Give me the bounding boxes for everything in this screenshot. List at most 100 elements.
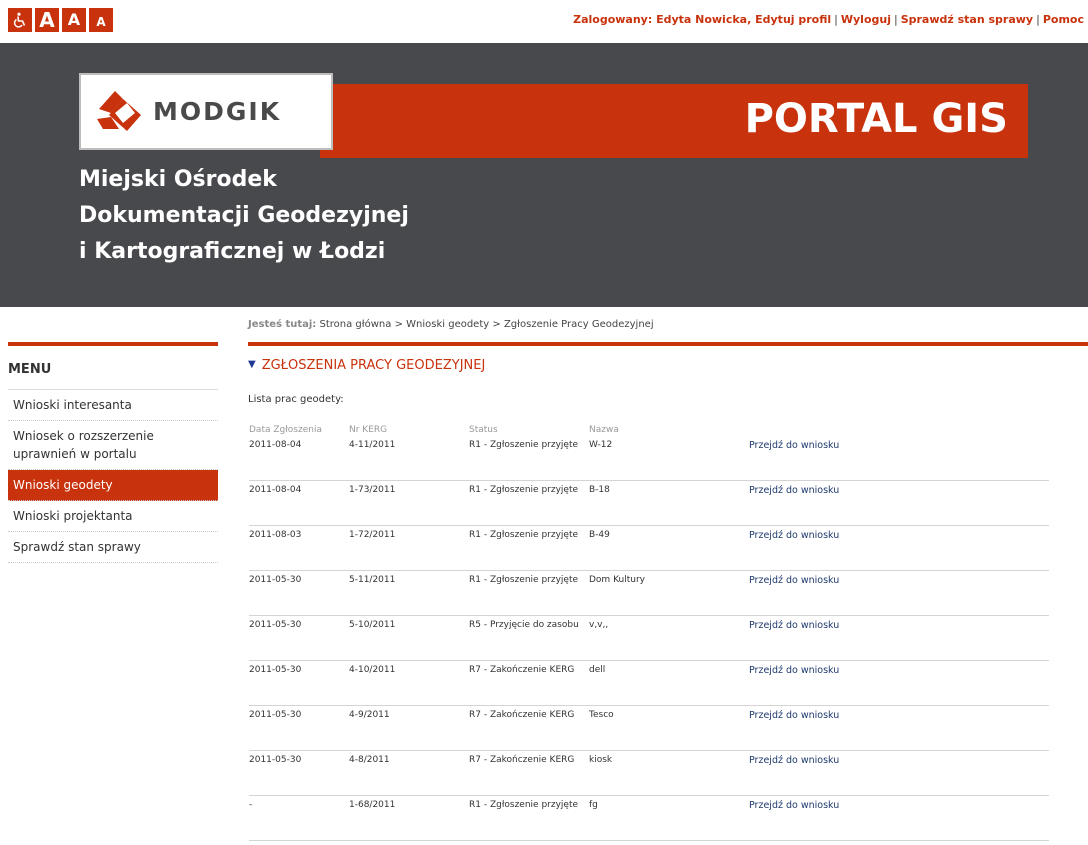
edit-profile-link[interactable]: Edytuj profil [755,13,831,26]
list-caption: Lista prac geodety: [248,394,344,405]
separator: | [893,13,898,26]
breadcrumb-section-link[interactable]: Wnioski geodety [406,319,489,330]
font-size-large-button[interactable]: A [35,8,59,32]
cell-name: B-18 [589,485,610,495]
cell-date: - [249,800,253,810]
cell-date: 2011-08-04 [249,485,302,495]
cell-nr-kerg: 4-9/2011 [349,710,390,720]
org-line: Miejski Ośrodek [79,167,277,192]
cell-name: Dom Kultury [589,575,645,585]
cell-nr-kerg: 1-68/2011 [349,800,396,810]
cell-date: 2011-08-04 [249,440,302,450]
cell-nr-kerg: 5-10/2011 [349,620,396,630]
help-link[interactable]: Pomoc [1043,13,1084,26]
cell-status: R1 - Zgłoszenie przyjęte [469,800,579,810]
check-status-link[interactable]: Sprawdź stan sprawy [901,13,1033,26]
table-row: 2011-05-30 4-10/2011 R7 - Zakończenie KERG… [249,660,1049,706]
cell-name: Tesco [589,710,614,720]
cell-date: 2011-05-30 [249,710,302,720]
table-row: - 1-68/2011 R1 - Zgłoszenie przyjęte fg Prze… [249,795,1049,841]
org-line: i Kartograficznej w Łodzi [79,239,386,264]
sidebar-item-wnioski-geodety[interactable]: Wnioski geodety [8,470,218,501]
site-header: PORTAL GIS MODGIK Miejski Ośrodek Dokume… [0,43,1088,307]
column-header-status: Status [469,425,498,435]
logout-link[interactable]: Wyloguj [841,13,891,26]
section-title[interactable]: ▼ ZGŁOSZENIA PRACY GEODEZYJNEJ [248,358,485,373]
cell-name: B-49 [589,530,610,540]
user-links: Zalogowany: Edyta Nowicka, Edytuj profil… [573,13,1084,26]
separator: | [1036,13,1040,26]
go-to-request-link[interactable]: Przejdź do wniosku [749,710,839,721]
table-row: 2011-05-30 5-11/2011 R1 - Zgłoszenie przyj… [249,570,1049,616]
main-accent-bar [248,342,1088,346]
logo-text: MODGIK [153,97,282,126]
organization-name: Miejski Ośrodek Dokumentacji Geodezyjnej… [79,162,409,270]
sidebar-item-sprawdz-stan-sprawy[interactable]: Sprawdź stan sprawy [8,532,218,563]
column-header-nr-kerg: Nr KERG [349,425,388,435]
column-header-date: Data Zgłoszenia [249,425,322,435]
cell-status: R1 - Zgłoszenie przyjęte [469,440,579,450]
cell-status: R7 - Zakończenie KERG [469,755,575,765]
wheelchair-icon[interactable] [8,8,32,32]
table-row: 2011-08-04 1-73/2011 R1 - Zgłoszenie przyj… [249,480,1049,526]
table-row: 2011-05-30 4-9/2011 R7 - Zakończenie KERG T… [249,705,1049,751]
go-to-request-link[interactable]: Przejdź do wniosku [749,800,839,811]
cell-status: R1 - Zgłoszenie przyjęte [469,530,579,540]
breadcrumb: Jesteś tutaj: Strona główna > Wnioski ge… [248,319,654,330]
separator: | [834,13,838,26]
sidebar-item-wnioski-projektanta[interactable]: Wnioski projektanta [8,501,218,532]
org-line: Dokumentacji Geodezyjnej [79,203,409,228]
go-to-request-link[interactable]: Przejdź do wniosku [749,530,839,541]
breadcrumb-separator: > [492,319,501,330]
table-row: 2011-05-30 5-10/2011 R5 - Przyjęcie do zas… [249,615,1049,661]
go-to-request-link[interactable]: Przejdź do wniosku [749,620,839,631]
logo-mark-icon [97,91,141,131]
cell-nr-kerg: 4-10/2011 [349,665,396,675]
cell-date: 2011-05-30 [249,620,302,630]
logged-in-label: Zalogowany: Edyta Nowicka, [573,13,752,26]
top-bar: A A A Zalogowany: Edyta Nowicka, Edytuj … [0,0,1088,43]
portal-banner: PORTAL GIS [320,84,1028,158]
cell-nr-kerg: 5-11/2011 [349,575,396,585]
cell-name: W-12 [589,440,613,450]
sidebar-item-rozszerzenie-uprawnien[interactable]: Wniosek o rozszerzenie uprawnień w porta… [8,421,218,470]
font-size-small-button[interactable]: A [89,8,113,32]
logo[interactable]: MODGIK [79,73,333,150]
cell-status: R7 - Zakończenie KERG [469,665,575,675]
cell-status: R1 - Zgłoszenie przyjęte [469,485,579,495]
cell-date: 2011-05-30 [249,665,302,675]
cell-status: R7 - Zakończenie KERG [469,710,575,720]
section-title-text: ZGŁOSZENIA PRACY GEODEZYJNEJ [261,358,486,373]
column-header-name: Nazwa [589,425,619,435]
go-to-request-link[interactable]: Przejdź do wniosku [749,440,839,451]
cell-date: 2011-05-30 [249,755,302,765]
cell-nr-kerg: 4-8/2011 [349,755,390,765]
go-to-request-link[interactable]: Przejdź do wniosku [749,755,839,766]
main-content: ▼ ZGŁOSZENIA PRACY GEODEZYJNEJ Lista prac… [248,342,1088,841]
go-to-request-link[interactable]: Przejdź do wniosku [749,665,839,676]
go-to-request-link[interactable]: Przejdź do wniosku [749,575,839,586]
cell-name: fg [589,800,598,810]
cell-date: 2011-05-30 [249,575,302,585]
cell-nr-kerg: 4-11/2011 [349,440,396,450]
go-to-request-link[interactable]: Przejdź do wniosku [749,485,839,496]
cell-name: dell [589,665,606,675]
breadcrumb-separator: > [394,319,403,330]
cell-nr-kerg: 1-72/2011 [349,530,396,540]
accessibility-controls: A A A [8,8,113,32]
cell-nr-kerg: 1-73/2011 [349,485,396,495]
font-size-medium-button[interactable]: A [62,8,86,32]
collapse-triangle-icon[interactable]: ▼ [248,359,256,370]
cell-date: 2011-08-03 [249,530,302,540]
table-row: 2011-08-03 1-72/2011 R1 - Zgłoszenie przyj… [249,525,1049,571]
cell-status: R5 - Przyjęcie do zasobu [469,620,579,630]
breadcrumb-label: Jesteś tutaj: [248,319,317,330]
sidebar-item-wnioski-interesanta[interactable]: Wnioski interesanta [8,390,218,421]
breadcrumb-current: Zgłoszenie Pracy Geodezyjnej [503,319,654,330]
menu-title: MENU [8,346,218,390]
breadcrumb-home-link[interactable]: Strona główna [320,319,392,330]
cell-status: R1 - Zgłoszenie przyjęte [469,575,579,585]
cell-name: kiosk [589,755,613,765]
table-row: 2011-08-04 4-11/2011 R1 - Zgłoszenie przyj… [249,435,1049,481]
cell-name: v,v,, [589,620,609,630]
